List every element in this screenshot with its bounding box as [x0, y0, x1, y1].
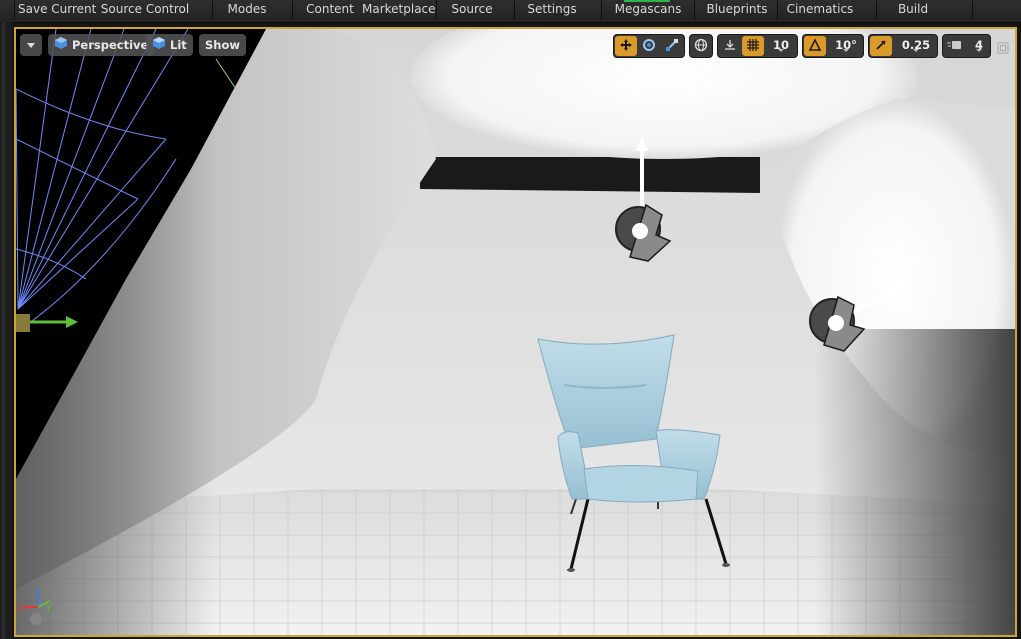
chevron-down-icon [27, 43, 35, 48]
source-control-button[interactable]: Source Control [100, 0, 190, 22]
world-local-toggle[interactable] [690, 36, 712, 56]
cube-icon [54, 35, 68, 57]
megascans-button[interactable]: Megascans [610, 0, 686, 22]
toolbar-separator [777, 0, 778, 20]
sphere-icon [152, 35, 166, 57]
toolbar-separator [436, 0, 437, 20]
camera-speed-button[interactable] [944, 36, 966, 56]
transform-tools [613, 34, 685, 58]
scale-snap-group: 0.25 [868, 34, 938, 58]
rotation-snap-toggle[interactable] [804, 36, 826, 56]
viewport-scene[interactable]: Y X [16, 29, 1015, 635]
surface-snap-icon [723, 37, 737, 56]
save-current-button[interactable]: Save Current [18, 0, 96, 22]
level-viewport[interactable]: Y X Perspective Lit Show 10 10° 0.25 4 [14, 27, 1017, 637]
lit-label: Lit [170, 38, 187, 52]
content-button[interactable]: Content [304, 0, 356, 22]
toolbar-separator [514, 0, 515, 20]
scale-snap-toggle[interactable] [870, 36, 892, 56]
lit-button[interactable]: Lit [146, 34, 193, 56]
ceiling-band [420, 157, 760, 193]
blueprints-button[interactable]: Blueprints [702, 0, 772, 22]
grid-snap-value[interactable]: 10 [766, 35, 796, 57]
perspective-label: Perspective [72, 38, 149, 52]
scale-tool[interactable] [661, 36, 683, 56]
build-button[interactable]: Build [884, 0, 942, 22]
show-button[interactable]: Show [199, 34, 246, 56]
cinematics-button[interactable]: Cinematics [783, 0, 857, 22]
camera-speed-group: 4 [942, 34, 991, 58]
rotation-snap-group: 10° [802, 34, 864, 58]
left-panel-edge [0, 22, 12, 639]
grid-snap-icon [746, 37, 760, 56]
settings-button[interactable]: Settings [522, 0, 582, 22]
svg-text:Y: Y [45, 604, 52, 614]
viewport-options-button[interactable] [20, 34, 42, 56]
coordinate-space-group [689, 34, 713, 58]
modes-button[interactable]: Modes [214, 0, 280, 22]
toolbar-separator [694, 0, 695, 20]
translate-icon [619, 37, 633, 56]
maximize-viewport-button[interactable] [997, 39, 1009, 54]
toolbar-separator [972, 0, 973, 20]
svg-text:X: X [18, 604, 24, 614]
scale-icon [665, 37, 679, 56]
maximize-icon [997, 39, 1009, 58]
grid-snap-group: 10 [717, 34, 798, 58]
main-toolbar: Save Current Source Control Modes Conten… [0, 0, 1021, 23]
source-button[interactable]: Source [446, 0, 498, 22]
right-shadow [815, 329, 1015, 635]
translate-tool[interactable] [615, 36, 637, 56]
toolbar-separator [14, 0, 15, 20]
toolbar-separator [876, 0, 877, 20]
scale-snap-value[interactable]: 0.25 [895, 35, 937, 57]
rotate-tool[interactable] [638, 36, 660, 56]
surface-snap-button[interactable] [719, 36, 741, 56]
rotation-snap-icon [808, 37, 822, 56]
toolbar-separator [601, 0, 602, 20]
show-label: Show [205, 38, 240, 52]
toolbar-separator [292, 0, 293, 20]
scale-snap-icon [874, 37, 888, 56]
marketplace-button[interactable]: Marketplace [362, 0, 436, 22]
toolbar-separator [212, 0, 213, 20]
world-local-icon [694, 37, 708, 56]
rotation-snap-value[interactable]: 10° [829, 35, 863, 57]
perspective-button[interactable]: Perspective [48, 34, 155, 57]
grid-snap-toggle[interactable] [742, 36, 764, 56]
camera-speed-icon [947, 37, 963, 56]
camera-speed-value[interactable]: 4 [969, 35, 989, 57]
rotate-icon [642, 37, 656, 56]
